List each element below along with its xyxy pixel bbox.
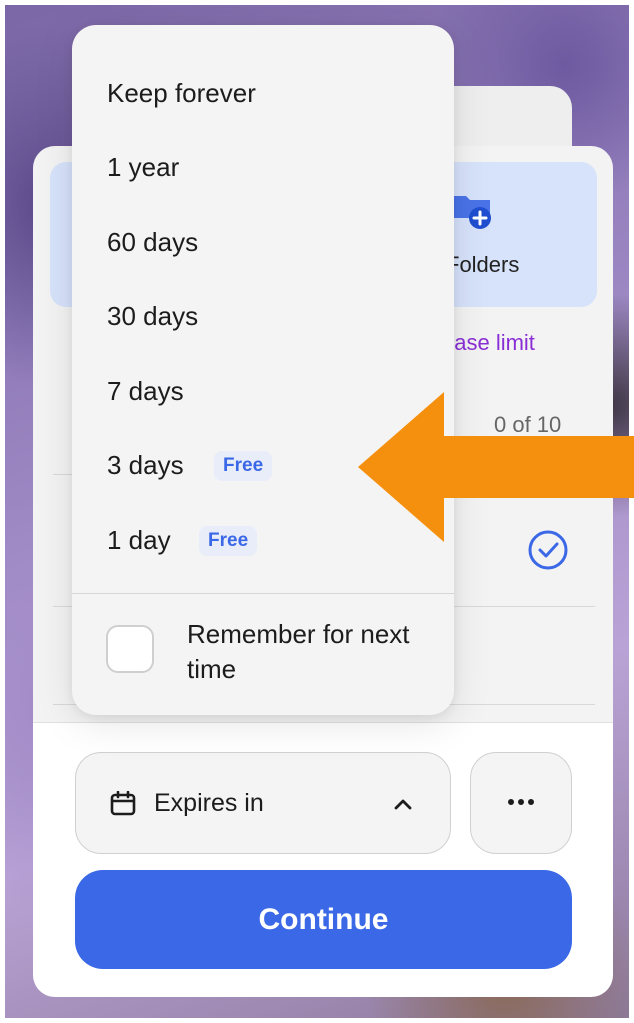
option-label: 7 days	[107, 376, 184, 406]
folders-label: Folders	[446, 252, 520, 277]
expiry-dropdown-menu: Keep forever 1 year 60 days 30 days 7 da…	[72, 25, 454, 715]
more-horizontal-icon	[508, 799, 534, 805]
free-badge: Free	[214, 451, 273, 481]
chevron-up-icon	[394, 799, 412, 810]
option-label: 30 days	[107, 301, 199, 331]
remember-label: Remember for next time	[187, 619, 410, 684]
more-options-button[interactable]	[470, 752, 572, 854]
continue-button[interactable]: Continue	[75, 870, 572, 969]
increase-limit-link[interactable]: ease limit	[442, 330, 535, 356]
dropdown-divider	[72, 593, 454, 594]
remember-checkbox[interactable]	[106, 625, 154, 673]
option-label: 3 days	[107, 450, 184, 480]
calendar-icon	[110, 791, 136, 816]
option-30-days[interactable]: 30 days	[72, 281, 454, 351]
option-keep-forever[interactable]: Keep forever	[72, 58, 454, 128]
folder-add-icon	[452, 196, 491, 229]
option-1-year[interactable]: 1 year	[72, 132, 454, 202]
free-badge: Free	[199, 526, 258, 556]
option-label: 60 days	[107, 227, 199, 257]
option-label: 1 year	[107, 152, 180, 182]
expires-in-button[interactable]: Expires in	[75, 752, 451, 854]
option-label: 1 day	[107, 525, 171, 555]
expires-in-label: Expires in	[154, 789, 264, 817]
option-60-days[interactable]: 60 days	[72, 207, 454, 277]
option-label: Keep forever	[107, 78, 256, 108]
arrow-left-annotation	[358, 392, 634, 542]
